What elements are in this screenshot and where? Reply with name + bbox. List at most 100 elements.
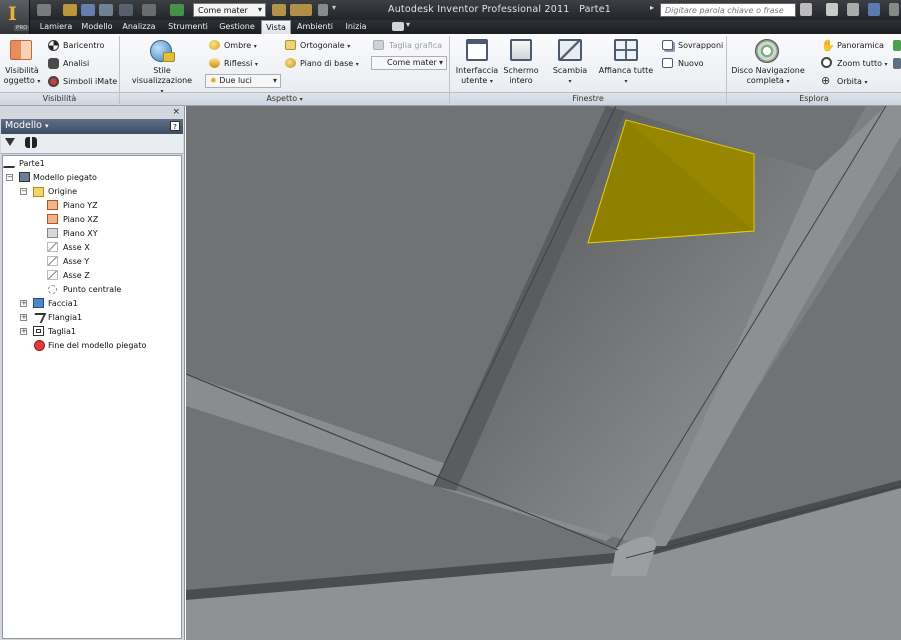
cascade-icon[interactable] <box>662 40 673 50</box>
simboli-imate-button[interactable]: Simboli iMate <box>63 77 117 87</box>
save-icon[interactable] <box>81 4 95 16</box>
plane-icon <box>47 228 58 238</box>
ombre-label: Ombre <box>224 41 252 50</box>
center-of-gravity-icon[interactable] <box>48 40 59 51</box>
imate-icon[interactable] <box>48 76 59 87</box>
user-interface-button[interactable]: Interfaccia utente ▾ <box>452 66 502 87</box>
search-input[interactable]: Digitare parola chiave o frase <box>660 3 796 17</box>
ombre-button[interactable]: Ombre ▾ <box>224 41 257 52</box>
binoculars-icon[interactable] <box>800 3 812 16</box>
tab-vista[interactable]: Vista <box>261 20 291 34</box>
tab-ambienti[interactable]: Ambienti <box>296 20 334 34</box>
tab-gestione[interactable]: Gestione <box>216 20 258 34</box>
ground-plane-icon[interactable] <box>285 58 296 68</box>
help-icon[interactable] <box>868 3 880 16</box>
parameters-icon[interactable] <box>272 4 286 16</box>
star-icon[interactable] <box>847 3 859 16</box>
new-file-icon[interactable] <box>37 4 51 16</box>
fullscreen-button[interactable]: Schermo intero <box>500 66 542 86</box>
tab-inizia[interactable]: Inizia <box>344 20 368 34</box>
panoramica-button[interactable]: Panoramica <box>837 41 884 51</box>
user-interface-icon[interactable] <box>466 39 488 61</box>
tab-lamiera[interactable]: Lamiera <box>36 20 76 34</box>
analysis-icon[interactable] <box>48 58 59 69</box>
collapse-toggle-icon[interactable]: − <box>20 188 27 195</box>
open-folder-icon[interactable] <box>63 4 77 16</box>
reflections-icon[interactable] <box>209 58 220 68</box>
new-window-icon[interactable] <box>662 58 673 68</box>
user-interface-label-2: utente <box>461 76 488 85</box>
redo-icon[interactable] <box>119 4 133 16</box>
orthographic-icon[interactable] <box>285 40 296 50</box>
view-cube-icon[interactable] <box>893 40 901 51</box>
expand-toggle-icon[interactable]: + <box>20 328 27 335</box>
communication-icon[interactable] <box>889 3 899 16</box>
tab-strumenti[interactable]: Strumenti <box>168 20 208 34</box>
orbit-icon[interactable]: ⊕ <box>821 74 830 87</box>
object-visibility-button[interactable]: Visibilità oggetto ▾ <box>2 66 42 87</box>
collapse-toggle-icon[interactable]: − <box>6 174 13 181</box>
model-browser: × Modello ▾ ? Parte1 − Modello piegato −… <box>0 106 185 640</box>
zoom-tutto-button[interactable]: Zoom tutto ▾ <box>837 59 888 70</box>
object-visibility-icon[interactable] <box>10 40 32 60</box>
tile-all-icon[interactable] <box>614 39 638 61</box>
undo-icon[interactable] <box>99 4 113 16</box>
expand-toggle-icon[interactable]: + <box>20 314 27 321</box>
scambia-button[interactable]: Scambia ▾ <box>548 66 592 87</box>
customize-arrow-icon[interactable]: ▾ <box>332 3 336 12</box>
orbita-button[interactable]: Orbita ▾ <box>837 77 868 88</box>
expand-toggle-icon[interactable]: + <box>20 300 27 307</box>
tab-analizza[interactable]: Analizza <box>121 20 157 34</box>
ribbon-options-arrow-icon[interactable]: ▾ <box>406 20 410 29</box>
browser-help-button[interactable]: ? <box>170 121 180 131</box>
tree-label: Piano YZ <box>63 201 98 210</box>
search-expand-icon[interactable]: ▸ <box>650 3 654 12</box>
browser-tree: Parte1 − Modello piegato − Origine Piano… <box>2 155 182 639</box>
ribbon-minimize-icon[interactable] <box>392 22 404 31</box>
appearance-dropdown[interactable]: Come mater <box>371 56 447 70</box>
pan-hand-icon[interactable]: ✋ <box>821 39 835 52</box>
binoculars-find-icon[interactable] <box>25 137 37 148</box>
affianca-tutte-button[interactable]: Affianca tutte ▾ <box>596 66 656 87</box>
lighting-dropdown[interactable]: ✹ Due luci <box>205 74 281 88</box>
zoom-window-icon[interactable] <box>893 58 901 69</box>
fullscreen-icon[interactable] <box>510 39 532 61</box>
update-icon[interactable] <box>142 4 156 16</box>
browser-header[interactable]: Modello ▾ ? <box>1 119 183 134</box>
filter-icon[interactable] <box>5 138 15 146</box>
riflessi-button[interactable]: Riflessi ▾ <box>224 59 258 70</box>
plane-icon <box>47 200 58 210</box>
piano-di-base-label: Piano di base <box>300 59 354 68</box>
full-navigation-wheel-button[interactable]: Disco Navigazione completa ▾ <box>728 66 808 87</box>
graphics-viewport[interactable] <box>186 106 901 640</box>
analisi-button[interactable]: Analisi <box>63 59 89 69</box>
visual-style-cube-icon <box>163 52 175 62</box>
baricentro-button[interactable]: Baricentro <box>63 41 104 51</box>
zoom-tutto-label: Zoom tutto <box>837 59 882 68</box>
sovrapponi-button[interactable]: Sovrapponi <box>678 41 723 51</box>
visual-style-label: Stile visualizzazione <box>131 66 193 85</box>
switch-windows-icon[interactable] <box>558 39 582 61</box>
aspetto-label: Aspetto <box>266 94 298 103</box>
shadows-icon[interactable] <box>209 40 220 50</box>
key-icon[interactable] <box>826 3 838 16</box>
ortogonale-button[interactable]: Ortogonale ▾ <box>300 41 350 52</box>
sheet-metal-model <box>186 106 901 640</box>
material-combo[interactable]: Come mater <box>193 3 266 17</box>
tab-modello[interactable]: Modello <box>80 20 114 34</box>
measure-icon[interactable] <box>318 4 328 16</box>
dropdown-arrow-icon: ▾ <box>347 43 351 50</box>
zoom-all-icon[interactable] <box>821 57 832 68</box>
select-icon[interactable] <box>170 4 184 16</box>
browser-title: Modello <box>5 120 42 131</box>
piano-di-base-button[interactable]: Piano di base ▾ <box>300 59 359 70</box>
point-icon <box>48 285 57 294</box>
close-icon[interactable]: × <box>172 107 180 117</box>
steering-wheel-icon[interactable] <box>755 39 779 63</box>
nuovo-button[interactable]: Nuovo <box>678 59 704 69</box>
axis-icon <box>47 256 58 266</box>
color-override-icon[interactable] <box>290 4 312 16</box>
application-button[interactable]: I PRO <box>0 0 30 36</box>
due-luci-label: Due luci <box>219 76 252 85</box>
panel-aspetto-label[interactable]: Aspetto ▾ <box>120 92 449 105</box>
